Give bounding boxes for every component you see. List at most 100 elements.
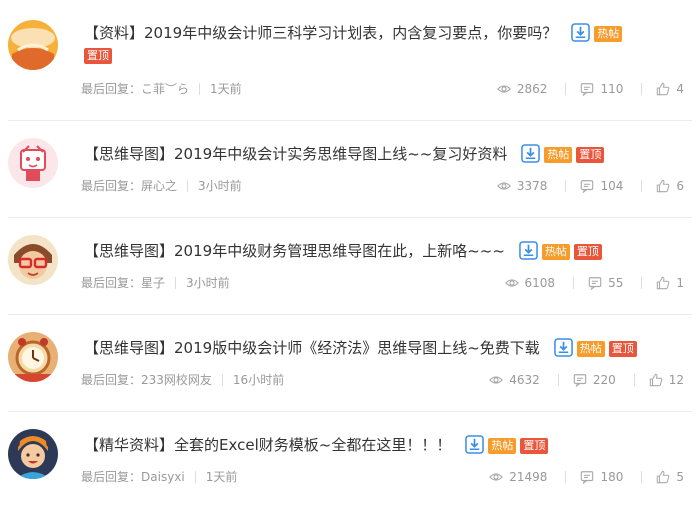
post-title-line: 【思维导图】2019年中级会计实务思维导图上线~~复习好资料 热帖 置顶 — [84, 143, 684, 165]
avatar[interactable] — [8, 235, 58, 285]
comments-stat[interactable]: 220 — [557, 372, 616, 388]
divider — [641, 180, 643, 192]
post-title-line: 【资料】2019年中级会计师三科学习计划表，内含复习要点，你要吗？ 热帖 置顶 — [84, 22, 684, 66]
comment-icon — [573, 374, 587, 387]
last-reply-user[interactable]: こ菲︶ら — [141, 82, 189, 96]
post-title-link[interactable]: 【思维导图】2019版中级会计师《经济法》思维导图上线~免费下载 — [84, 339, 540, 357]
thumbs-up-icon — [657, 276, 670, 290]
comments-stat[interactable]: 110 — [565, 81, 623, 97]
avatar[interactable] — [8, 429, 58, 479]
post-meta: 最后回复：屏心之 3小时前 — [81, 178, 242, 194]
pinned-badge: 置顶 — [573, 244, 602, 260]
likes-stat[interactable]: 1 — [641, 275, 684, 291]
last-reply-user[interactable]: 屏心之 — [141, 179, 177, 193]
divider — [221, 374, 223, 386]
views-count: 21498 — [509, 470, 548, 484]
post-item[interactable]: 【资料】2019年中级会计师三科学习计划表，内含复习要点，你要吗？ 热帖 置顶 最后… — [8, 16, 692, 126]
post-stats: 6108 55 1 — [487, 275, 684, 291]
avatar[interactable] — [8, 138, 58, 188]
pinned-badge: 置顶 — [608, 341, 637, 357]
post-meta: 最后回复：こ菲︶ら 1天前 — [81, 81, 242, 97]
thumbs-up-icon — [657, 179, 670, 193]
likes-stat[interactable]: 12 — [633, 372, 684, 388]
divider — [641, 471, 643, 483]
avatar[interactable] — [8, 332, 58, 382]
eye-icon — [504, 279, 519, 287]
post-stats: 21498 180 5 — [471, 469, 684, 485]
divider — [557, 374, 559, 386]
avatar[interactable] — [8, 20, 58, 70]
comment-icon — [581, 180, 594, 193]
post-time: 1天前 — [210, 82, 242, 96]
divider — [175, 277, 177, 289]
views-stat: 3378 — [496, 178, 548, 194]
post-title-link[interactable]: 【资料】2019年中级会计师三科学习计划表，内含复习要点，你要吗？ — [84, 24, 557, 42]
last-reply-user[interactable]: Daisyxi — [141, 470, 185, 484]
last-reply-label: 最后回复： — [81, 82, 142, 96]
views-count: 3378 — [516, 179, 548, 193]
post-title-link[interactable]: 【思维导图】2019年中级财务管理思维导图在此，上新咯~~~ — [84, 242, 505, 260]
thumbs-up-icon — [657, 82, 670, 96]
post-title-link[interactable]: 【精华资料】全套的Excel财务模板~全都在这里！！！ — [84, 436, 451, 454]
comments-count: 55 — [608, 276, 624, 290]
post-title-line: 【思维导图】2019年中级财务管理思维导图在此，上新咯~~~ 热帖 置顶 — [84, 240, 684, 262]
post-title-line: 【精华资料】全套的Excel财务模板~全都在这里！！！ 热帖 置顶 — [84, 434, 684, 456]
thumbs-up-icon — [657, 470, 670, 484]
divider — [641, 277, 643, 289]
last-reply-user[interactable]: 星子 — [141, 276, 165, 290]
hot-badge: 热帖 — [488, 438, 517, 454]
comments-stat[interactable]: 180 — [565, 469, 623, 485]
last-reply-label: 最后回复： — [81, 470, 142, 484]
thumbs-up-icon — [649, 373, 663, 387]
views-count: 6108 — [524, 276, 556, 290]
likes-stat[interactable]: 6 — [641, 178, 684, 194]
divider — [565, 471, 567, 483]
download-icon[interactable] — [521, 144, 541, 163]
divider — [199, 83, 201, 95]
download-icon[interactable] — [553, 338, 573, 357]
last-reply-label: 最后回复： — [81, 373, 142, 387]
likes-count: 6 — [676, 179, 684, 193]
post-meta: 最后回复：Daisyxi 1天前 — [81, 469, 237, 485]
divider — [633, 374, 635, 386]
views-stat: 21498 — [489, 469, 547, 485]
post-title-link[interactable]: 【思维导图】2019年中级会计实务思维导图上线~~复习好资料 — [84, 145, 507, 163]
likes-stat[interactable]: 4 — [641, 81, 684, 97]
post-meta: 最后回复：星子 3小时前 — [81, 275, 230, 291]
likes-count: 1 — [676, 276, 684, 290]
divider — [187, 180, 189, 192]
eye-icon — [496, 182, 511, 190]
last-reply-label: 最后回复： — [81, 276, 142, 290]
download-icon[interactable] — [465, 435, 485, 454]
post-stats: 4632 220 12 — [471, 372, 684, 388]
post-item[interactable]: 【思维导图】2019版中级会计师《经济法》思维导图上线~免费下载 热帖 置顶 最后回… — [8, 315, 692, 412]
last-reply-user[interactable]: 233网校网友 — [141, 373, 212, 387]
post-time: 16小时前 — [232, 373, 285, 387]
likes-count: 4 — [676, 82, 684, 96]
post-stats: 3378 104 6 — [479, 178, 684, 194]
likes-stat[interactable]: 5 — [641, 469, 684, 485]
divider — [565, 180, 567, 192]
download-icon[interactable] — [519, 241, 538, 260]
comments-stat[interactable]: 104 — [565, 178, 623, 194]
views-stat: 6108 — [504, 275, 556, 291]
post-stats: 2862 110 4 — [479, 81, 684, 97]
divider — [565, 83, 567, 95]
eye-icon — [496, 85, 511, 93]
likes-count: 12 — [668, 373, 684, 387]
post-item[interactable]: 【精华资料】全套的Excel财务模板~全都在这里！！！ 热帖 置顶 最后回复：Dai… — [8, 412, 684, 507]
comments-count: 220 — [592, 373, 616, 387]
views-stat: 4632 — [489, 372, 540, 388]
divider — [573, 277, 575, 289]
post-time: 3小时前 — [186, 276, 230, 290]
pinned-badge: 置顶 — [576, 147, 605, 163]
download-icon[interactable] — [571, 23, 591, 42]
comment-icon — [581, 83, 594, 96]
hot-badge: 热帖 — [544, 147, 573, 163]
post-time: 1天前 — [205, 470, 238, 484]
eye-icon — [489, 376, 504, 384]
post-item[interactable]: 【思维导图】2019年中级会计实务思维导图上线~~复习好资料 热帖 置顶 最后回复：… — [8, 121, 692, 218]
comment-icon — [588, 277, 602, 290]
post-item[interactable]: 【思维导图】2019年中级财务管理思维导图在此，上新咯~~~ 热帖 置顶 最后回复：… — [8, 218, 692, 315]
comments-stat[interactable]: 55 — [573, 275, 623, 291]
